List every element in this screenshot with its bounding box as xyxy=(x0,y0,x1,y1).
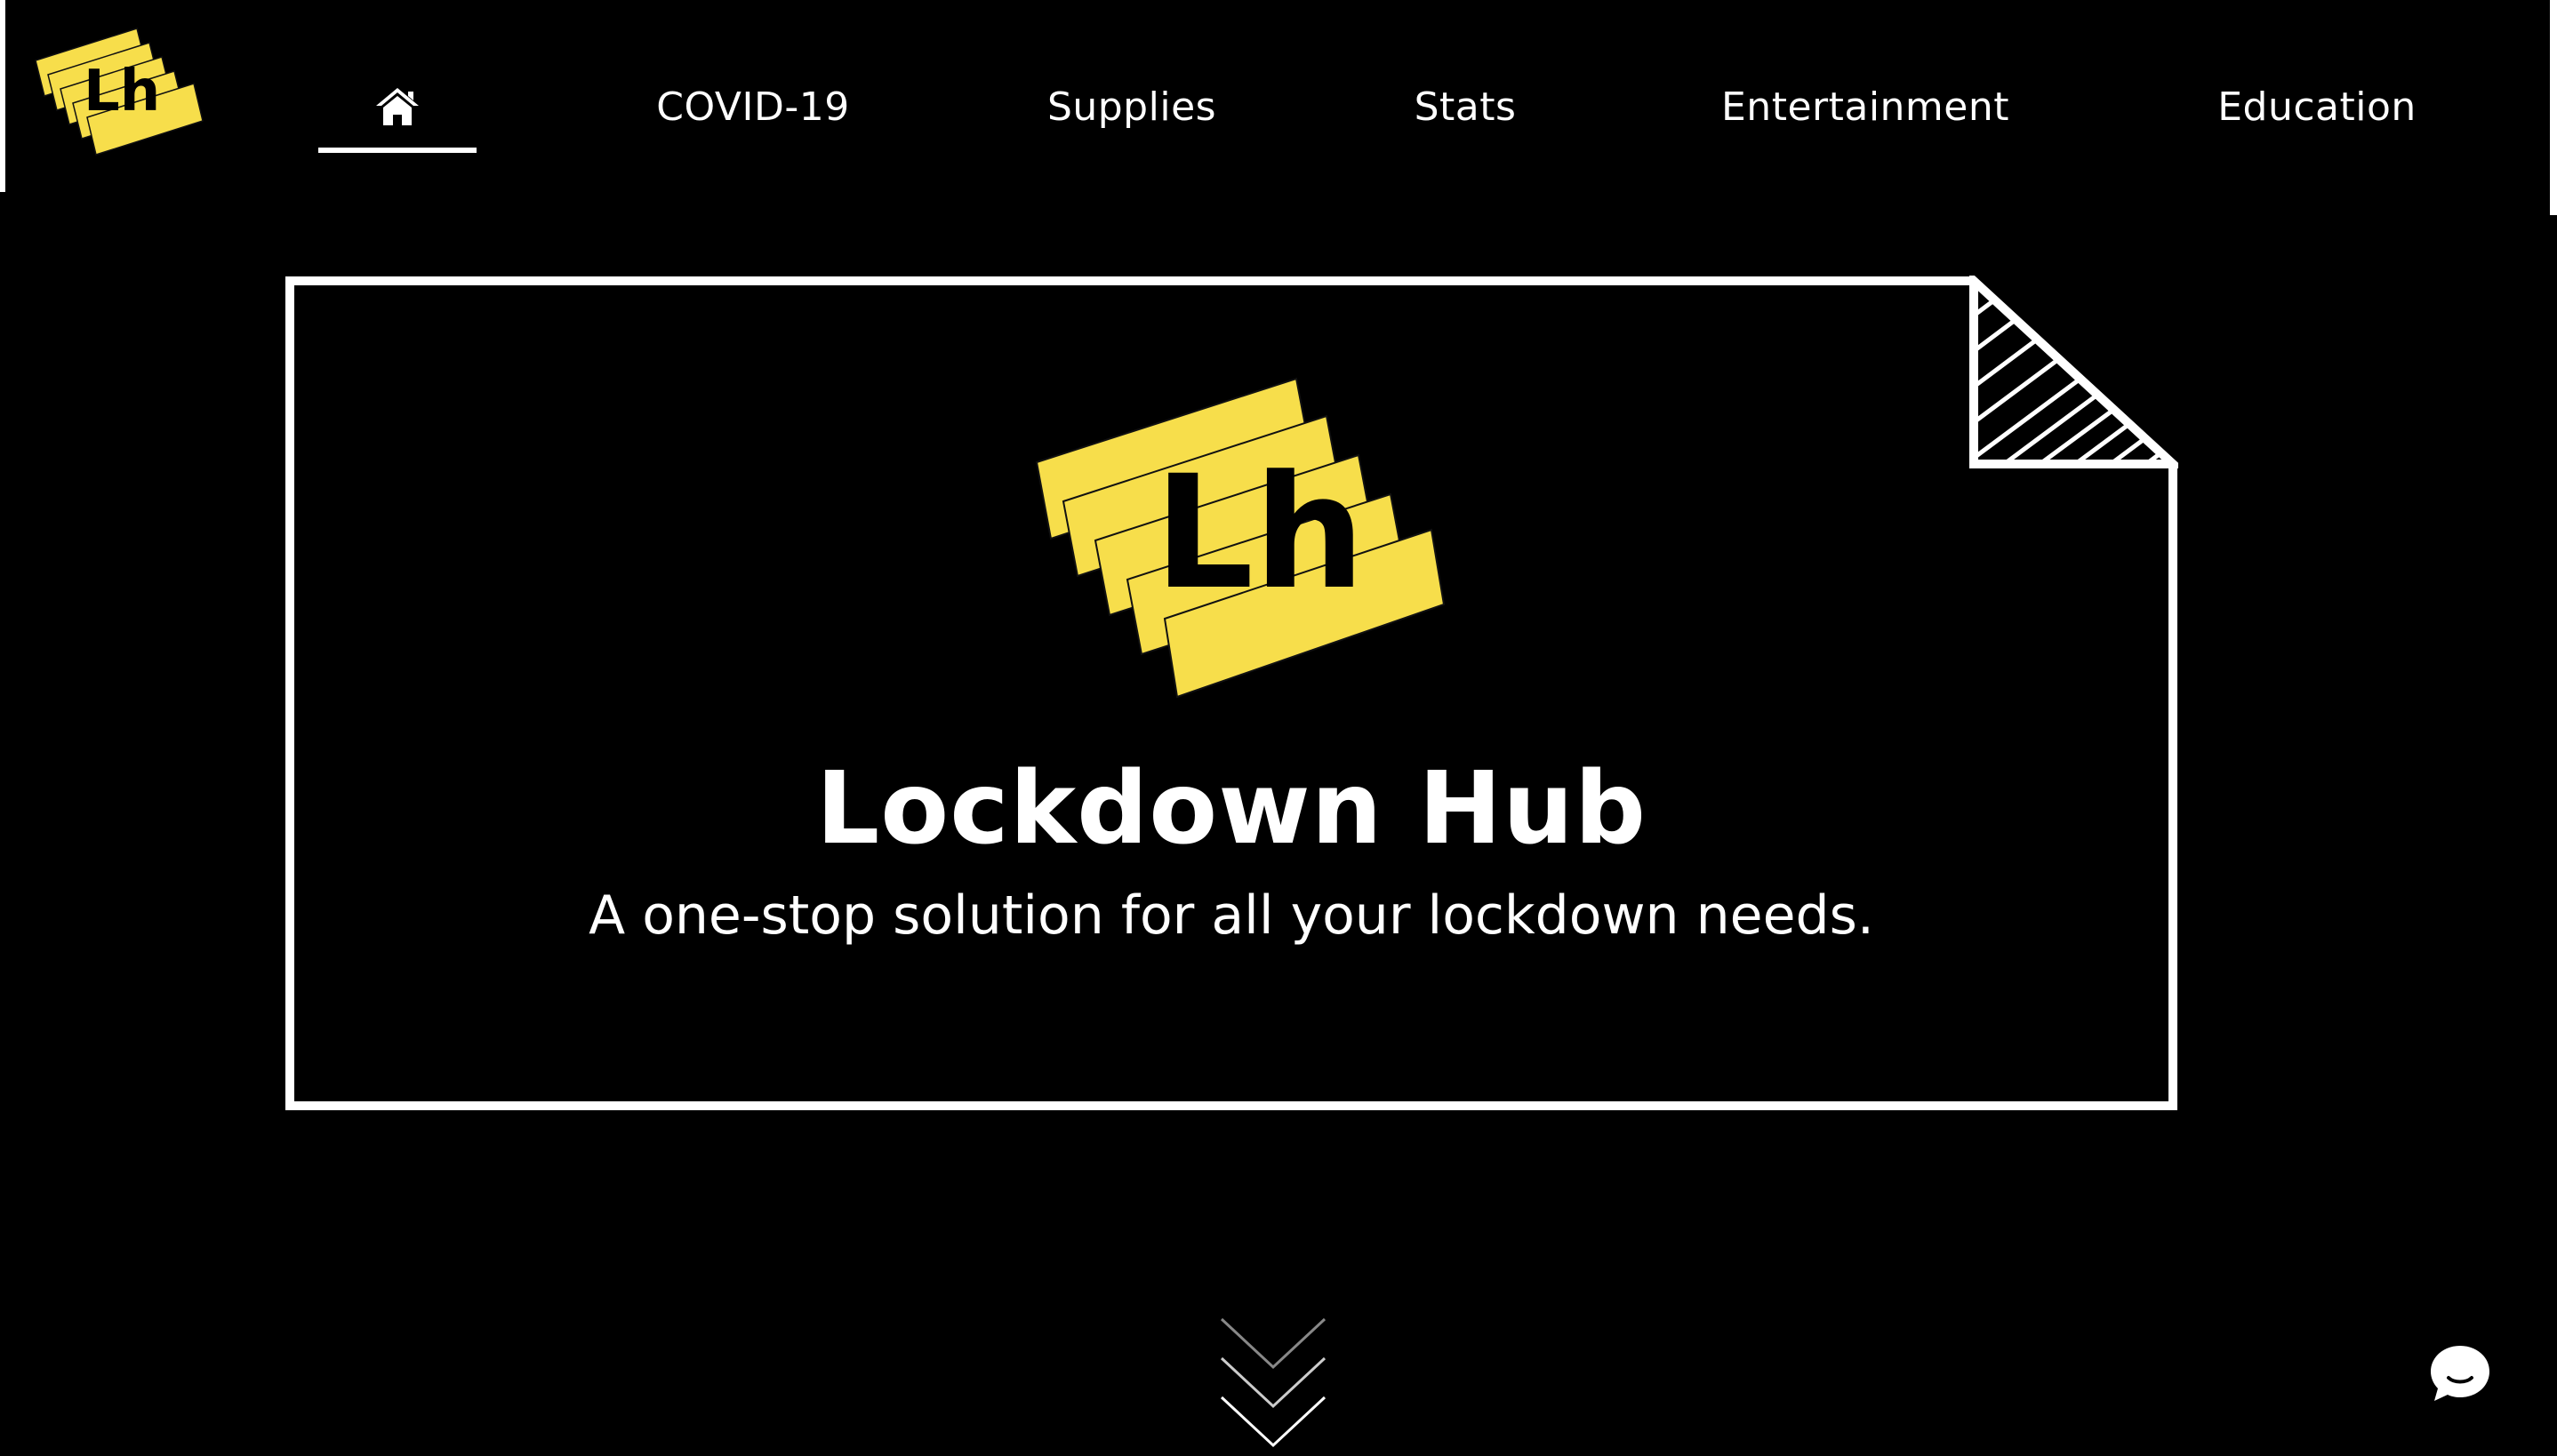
chevrons-down-icon xyxy=(1220,1317,1327,1448)
nav-stats[interactable]: Stats xyxy=(1396,71,1535,142)
chat-button[interactable] xyxy=(2427,1342,2493,1404)
hero-logo-text: Lh xyxy=(1154,442,1365,624)
scroll-down-button[interactable] xyxy=(1218,1316,1328,1449)
nav-home[interactable] xyxy=(318,71,477,142)
hero-title: Lockdown Hub xyxy=(815,751,1647,867)
top-navigation: Lh COVID-19 Supplies Stats Entertainment… xyxy=(0,0,2557,213)
chat-bubble-icon xyxy=(2431,1346,2489,1401)
nav-entertainment[interactable]: Entertainment xyxy=(1698,71,2032,142)
site-logo-text: Lh xyxy=(84,59,160,124)
active-tab-indicator xyxy=(318,148,477,153)
nav-supplies[interactable]: Supplies xyxy=(1031,71,1232,142)
hero-logo: Lh xyxy=(1024,370,1447,724)
hero-subtitle: A one-stop solution for all your lockdow… xyxy=(589,884,1874,947)
nav-covid-19[interactable]: COVID-19 xyxy=(640,71,866,142)
nav-education[interactable]: Education xyxy=(2192,71,2441,142)
site-logo[interactable]: Lh xyxy=(32,25,210,176)
home-icon xyxy=(376,88,419,125)
